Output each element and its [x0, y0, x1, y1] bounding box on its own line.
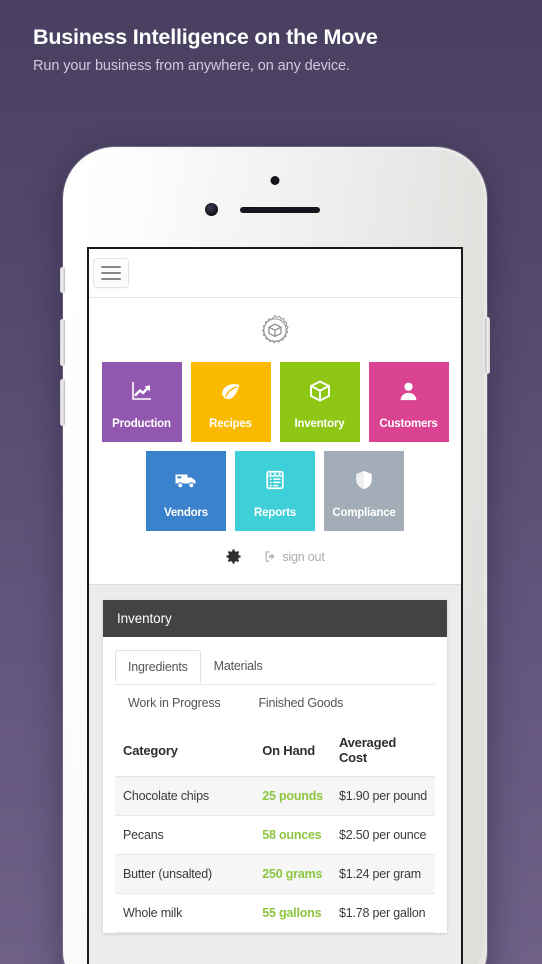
inventory-table: Category On Hand Averaged Cost Chocolate… [115, 724, 435, 933]
tile-recipes[interactable]: Recipes [190, 362, 271, 442]
inventory-tabs-row-1: Ingredients Materials [115, 649, 435, 683]
sign-out-button[interactable]: sign out [264, 549, 325, 564]
gear-icon[interactable] [225, 548, 242, 565]
promo-subhead: Run your business from anywhere, on any … [33, 57, 350, 74]
cell-category: Butter (unsalted) [115, 854, 255, 894]
truck-icon [173, 467, 199, 493]
app-logo-row [89, 298, 461, 362]
promo-headline: Business Intelligence on the Move [33, 25, 378, 49]
volume-up-button[interactable] [60, 379, 65, 426]
cell-category: Chocolate chips [115, 776, 255, 816]
table-header-row: Category On Hand Averaged Cost [115, 724, 435, 777]
tab-finished-goods[interactable]: Finished Goods [245, 687, 356, 719]
tab-materials[interactable]: Materials [201, 649, 276, 682]
table-row[interactable]: Chocolate chips 25 pounds $1.90 per poun… [115, 776, 435, 816]
tab-work-in-progress[interactable]: Work in Progress [115, 687, 233, 719]
tile-inventory[interactable]: Inventory [279, 362, 360, 442]
inventory-card: Inventory Ingredients Materials Work in … [103, 600, 447, 933]
cell-averaged-cost: $1.90 per pound [330, 776, 435, 816]
inventory-panel-area: Inventory Ingredients Materials Work in … [89, 584, 461, 964]
cell-category: Pecans [115, 815, 255, 855]
tile-label: Compliance [332, 507, 396, 519]
column-header-category: Category [115, 724, 255, 777]
cell-averaged-cost: $2.50 per ounce [330, 815, 435, 855]
tile-production[interactable]: Production [101, 362, 182, 442]
column-header-on-hand: On Hand [254, 724, 331, 777]
column-header-averaged-cost: Averaged Cost [330, 724, 435, 777]
shield-icon [351, 467, 377, 493]
table-row[interactable]: Whole milk 55 gallons $1.78 per gallon [115, 893, 435, 933]
app-tile-grid: Production Recipes Inventory Customers V… [89, 362, 461, 531]
cell-on-hand: 25 pounds [254, 776, 331, 816]
proximity-sensor [270, 176, 280, 185]
inventory-tabs-row-2: Work in Progress Finished Goods [115, 684, 435, 719]
phone-device: Production Recipes Inventory Customers V… [60, 147, 490, 964]
volume-down-button[interactable] [60, 319, 65, 366]
inventory-card-title: Inventory [103, 600, 447, 637]
cell-on-hand: 58 ounces [254, 815, 331, 855]
inventory-card-body: Ingredients Materials Work in Progress F… [103, 637, 447, 933]
table-row[interactable]: Pecans 58 ounces $2.50 per ounce [115, 815, 435, 855]
tile-vendors[interactable]: Vendors [146, 451, 226, 531]
tab-ingredients[interactable]: Ingredients [115, 650, 201, 683]
tile-label: Customers [379, 418, 438, 430]
sign-out-icon [266, 551, 276, 562]
cell-category: Whole milk [115, 893, 255, 933]
cell-on-hand: 55 gallons [254, 893, 331, 933]
earpiece-speaker [240, 207, 320, 213]
hamburger-menu-icon[interactable] [93, 258, 129, 288]
tile-row-2: Vendors Reports Compliance [97, 451, 453, 531]
power-button[interactable] [485, 317, 490, 374]
cell-on-hand: 250 grams [254, 854, 331, 894]
tile-label: Inventory [294, 418, 345, 430]
app-top-bar [89, 249, 461, 298]
tile-label: Recipes [209, 418, 252, 430]
tile-label: Production [112, 418, 171, 430]
sign-out-label: sign out [282, 549, 325, 564]
promo-text-block: Business Intelligence on the Move Run yo… [33, 24, 503, 74]
leaf-icon [218, 378, 244, 404]
app-actions-row: sign out [89, 531, 461, 584]
silence-switch[interactable] [60, 267, 65, 293]
user-icon [396, 378, 422, 404]
box-badge-logo [261, 314, 289, 344]
table-row[interactable]: Butter (unsalted) 250 grams $1.24 per gr… [115, 854, 435, 894]
phone-screen: Production Recipes Inventory Customers V… [87, 247, 463, 964]
tile-row-1: Production Recipes Inventory Customers [97, 362, 453, 442]
cell-averaged-cost: $1.78 per gallon [330, 893, 435, 933]
tile-label: Reports [253, 507, 297, 519]
tile-label: Vendors [164, 507, 208, 519]
tile-reports[interactable]: Reports [235, 451, 315, 531]
clipboard-icon [262, 467, 288, 493]
tile-compliance[interactable]: Compliance [324, 451, 404, 531]
box-icon [307, 378, 333, 404]
cell-averaged-cost: $1.24 per gram [330, 854, 435, 894]
line-chart-icon [129, 378, 155, 404]
front-camera [205, 203, 218, 216]
tile-customers[interactable]: Customers [368, 362, 449, 442]
